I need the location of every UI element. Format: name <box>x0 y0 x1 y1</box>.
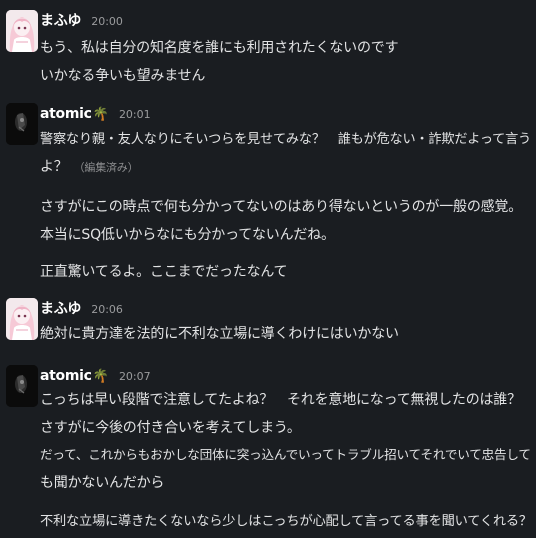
avatar-atomic[interactable] <box>6 103 38 145</box>
edited-label: （編集済み） <box>73 161 139 174</box>
message-text: も聞かないんだから <box>40 475 165 491</box>
message-text-line: よ？ （編集済み） <box>40 156 139 176</box>
message-text: 絶対に貴方達を法的に不利な立場に導くわけにはいかない <box>40 326 399 342</box>
message-header: まふゆ 20:06 <box>40 298 123 317</box>
sender-name[interactable]: まふゆ <box>40 13 81 29</box>
sender-name[interactable]: まふゆ <box>40 301 81 317</box>
message-header: まふゆ 20:00 <box>40 10 123 29</box>
avatar-mafuyu[interactable] <box>6 10 38 52</box>
avatar-atomic[interactable] <box>6 365 38 407</box>
timestamp[interactable]: 20:07 <box>119 370 151 383</box>
message-text: よ？ <box>40 159 68 175</box>
dark-photo-avatar-icon <box>6 365 38 407</box>
sender-name[interactable]: atomic <box>40 368 92 384</box>
anime-girl-avatar-icon <box>6 298 38 340</box>
sender-name[interactable]: atomic <box>40 106 92 122</box>
message-text: 不利な立場に導きたくないなら少しはこっちが心配して言ってる事を聞いてくれる？ <box>40 514 532 529</box>
message-text: さすがにこの時点で何も分かってないのはあり得ないというのが一般の感覚。 <box>40 199 523 215</box>
message-text: こっちは早い段階で注意してたよね？ それを意地になって無視したのは誰？ <box>40 392 521 408</box>
message-text: 正直驚いてるよ。ここまでだったなんて <box>40 264 288 280</box>
timestamp[interactable]: 20:01 <box>119 108 151 121</box>
message-text: さすがに今後の付き合いを考えてしまう。 <box>40 420 301 436</box>
message-header: atomic🌴 20:07 <box>40 365 151 384</box>
message-text: もう、私は自分の知名度を誰にも利用されたくないのです <box>40 40 399 56</box>
timestamp[interactable]: 20:06 <box>91 303 123 316</box>
palm-tree-icon: 🌴 <box>92 107 109 122</box>
message-header: atomic🌴 20:01 <box>40 103 151 122</box>
message-text: 本当にSQ低いからなにも分かってないんだね。 <box>40 227 335 243</box>
anime-girl-avatar-icon <box>6 10 38 52</box>
avatar-mafuyu[interactable] <box>6 298 38 340</box>
dark-photo-avatar-icon <box>6 103 38 145</box>
message-text: だって、これからもおかしな団体に突っ込んでいってトラブル招いてそれでいて忠告して <box>40 447 531 462</box>
message-text: 警察なり親・友人なりにそいつらを見せてみな？ 誰もが危ない・詐欺だよって言う <box>40 132 532 147</box>
chat-window: まふゆ 20:00 もう、私は自分の知名度を誰にも利用されたくないのです いかな… <box>0 0 536 538</box>
timestamp[interactable]: 20:00 <box>91 15 123 28</box>
message-text: いかなる争いも望みません <box>40 68 206 84</box>
palm-tree-icon: 🌴 <box>92 369 109 384</box>
